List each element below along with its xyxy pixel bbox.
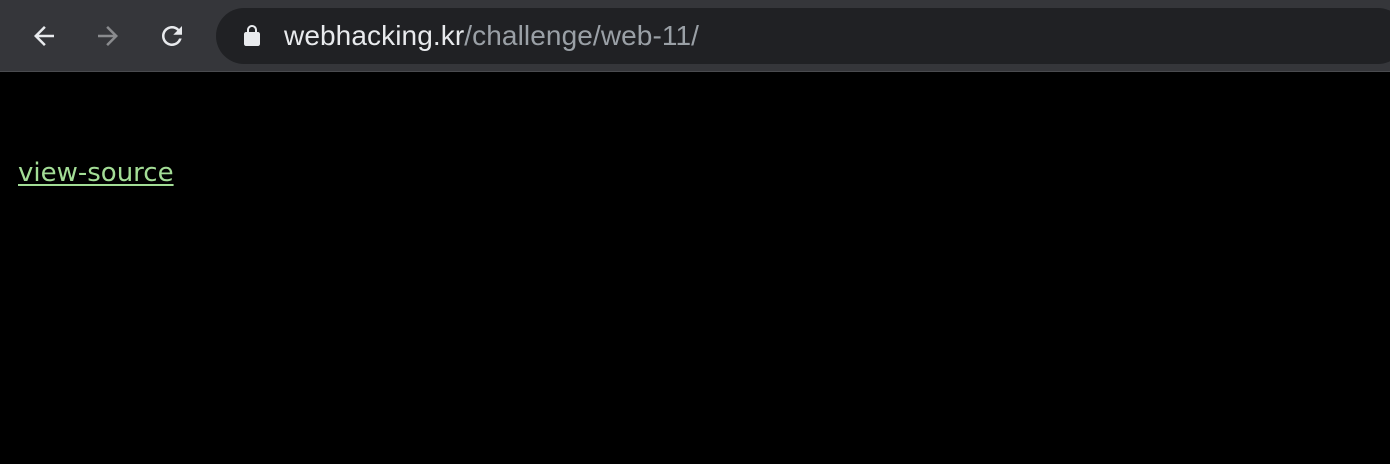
arrow-left-icon: [34, 26, 54, 46]
reload-button[interactable]: [152, 16, 192, 56]
address-bar[interactable]: webhacking.kr/challenge/web-11/: [216, 8, 1390, 64]
page-content: view-source: [0, 73, 1390, 464]
reload-icon: [162, 26, 182, 46]
browser-toolbar: webhacking.kr/challenge/web-11/: [0, 0, 1390, 72]
url-path: /challenge/web-11/: [464, 20, 700, 51]
url-text[interactable]: webhacking.kr/challenge/web-11/: [284, 8, 699, 64]
arrow-right-icon: [98, 26, 118, 46]
forward-button[interactable]: [88, 16, 128, 56]
back-button[interactable]: [24, 16, 64, 56]
url-host: webhacking.kr: [284, 20, 465, 51]
lock-icon: [244, 25, 260, 46]
view-source-link[interactable]: view-source: [18, 158, 174, 188]
